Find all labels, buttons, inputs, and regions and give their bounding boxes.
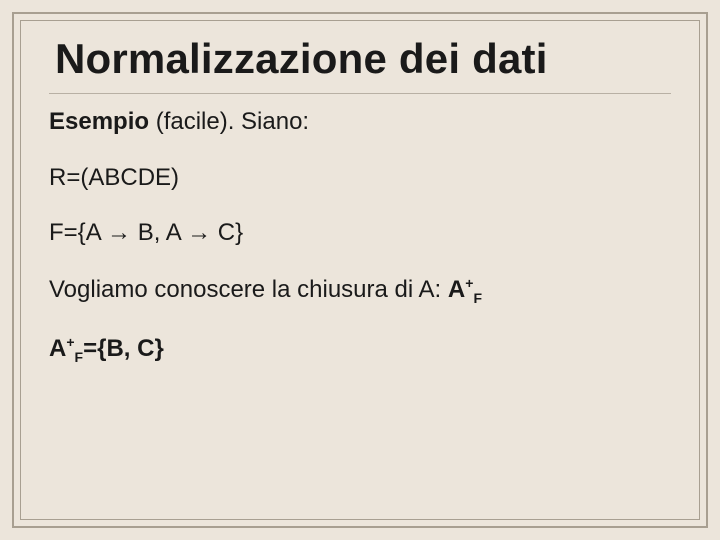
line-f-set: F={A → B, A → C} [49, 219, 671, 247]
title-divider [49, 93, 671, 94]
slide-body: Esempio (facile). Siano: R=(ABCDE) F={A … [49, 108, 671, 365]
closure-text: Vogliamo conoscere la chiusura di A: [49, 276, 448, 303]
line-relation: R=(ABCDE) [49, 164, 671, 192]
line-closure-intro: Vogliamo conoscere la chiusura di A: A+F [49, 275, 671, 306]
slide: Normalizzazione dei dati Esempio (facile… [0, 0, 720, 540]
line-closure-result: A+F={B, C} [49, 334, 671, 365]
outer-frame: Normalizzazione dei dati Esempio (facile… [12, 12, 708, 528]
example-bold: Esempio [49, 108, 149, 135]
closure-result: A+F={B, C} [49, 335, 164, 362]
slide-title: Normalizzazione dei dati [55, 35, 671, 83]
line-example: Esempio (facile). Siano: [49, 108, 671, 136]
closure-symbol: A+F [448, 276, 482, 303]
inner-frame: Normalizzazione dei dati Esempio (facile… [20, 20, 700, 520]
